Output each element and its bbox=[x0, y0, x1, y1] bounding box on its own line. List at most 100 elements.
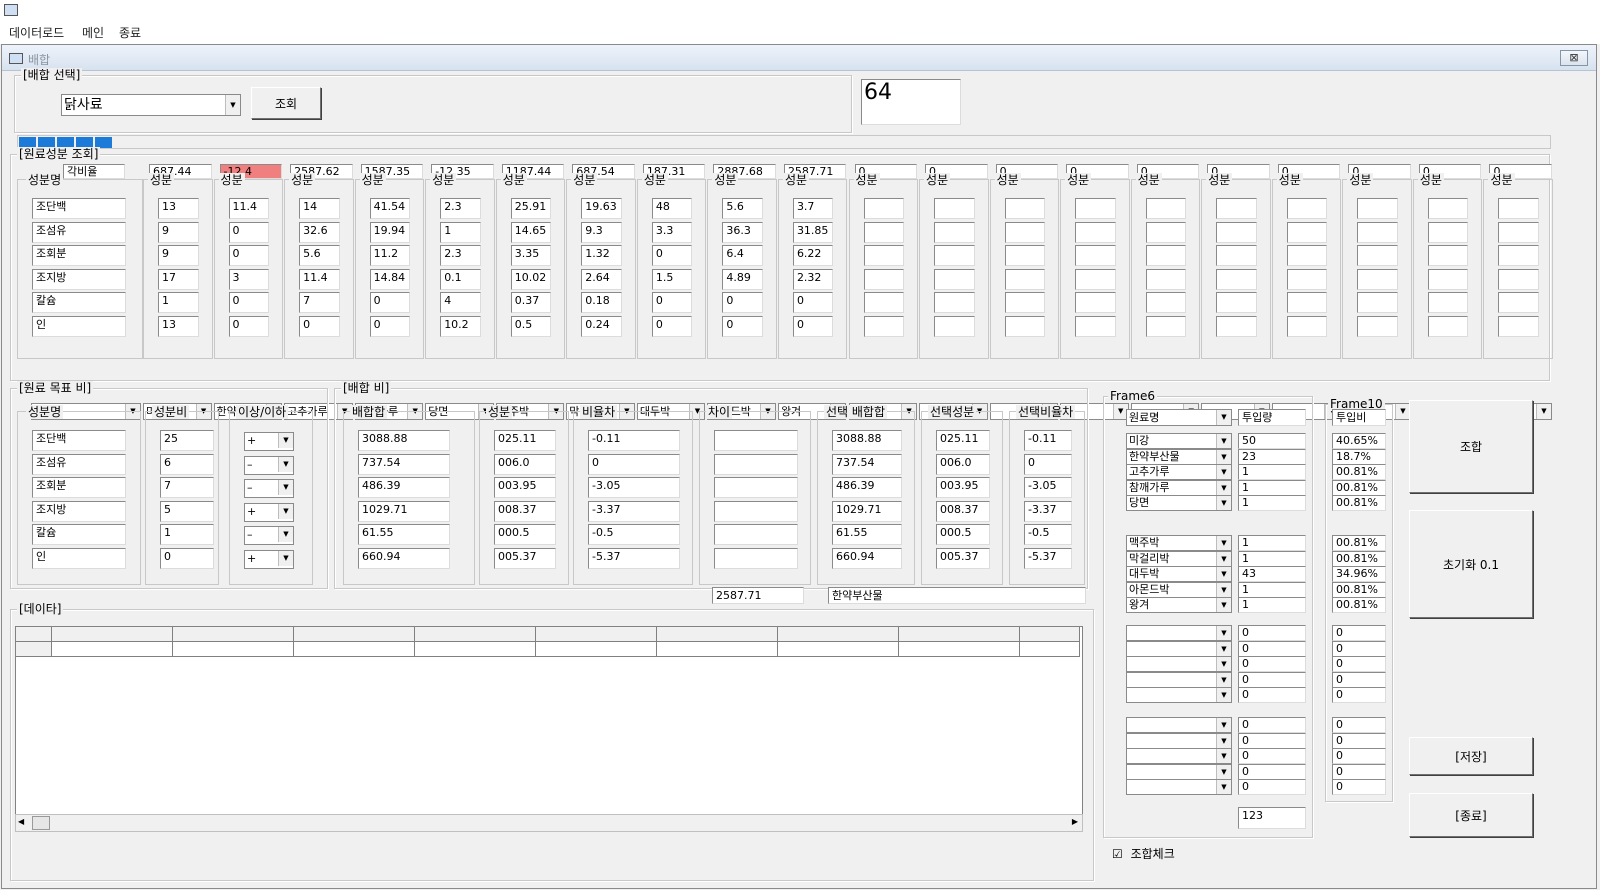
mix-value-field[interactable]: 3088.88 bbox=[832, 430, 902, 451]
frame6-qty-field[interactable]: 0 bbox=[1238, 640, 1306, 657]
mix-value-field[interactable]: 008.37 bbox=[494, 500, 556, 522]
ingredient-value-field[interactable]: 1.5 bbox=[651, 268, 693, 290]
ingredient-value-field[interactable]: 11.4 bbox=[228, 198, 270, 219]
scroll-thumb[interactable] bbox=[32, 816, 50, 830]
ingredient-value-field[interactable] bbox=[1427, 292, 1469, 313]
mix-value-field[interactable] bbox=[714, 500, 798, 522]
mix-value-field[interactable]: 486.39 bbox=[358, 477, 450, 498]
ingredient-value-field[interactable]: 0 bbox=[369, 292, 411, 313]
chevron-down-icon[interactable]: ▼ bbox=[1216, 449, 1231, 464]
target-ratio-field[interactable]: 25 bbox=[160, 430, 214, 451]
ingredient-value-field[interactable] bbox=[863, 245, 905, 266]
ingredient-value-field[interactable] bbox=[1075, 198, 1116, 219]
chevron-down-icon[interactable]: ▼ bbox=[278, 433, 293, 448]
ingredient-value-field[interactable] bbox=[1075, 245, 1116, 266]
ingredient-value-field[interactable] bbox=[1004, 198, 1046, 219]
ingredient-value-field[interactable] bbox=[1145, 268, 1187, 290]
grid-cell[interactable] bbox=[294, 642, 415, 657]
mix-value-field[interactable]: 1029.71 bbox=[358, 500, 450, 522]
mix-value-field[interactable]: 0 bbox=[1024, 453, 1072, 475]
ingredient-value-field[interactable]: 2.3 bbox=[440, 245, 481, 266]
combine-check[interactable]: ☑ 조합체크 bbox=[1112, 845, 1175, 862]
frame6-ingredient-combo[interactable]: ▼ bbox=[1126, 687, 1232, 704]
chevron-down-icon[interactable]: ▼ bbox=[1216, 410, 1231, 425]
ingredient-value-field[interactable] bbox=[863, 268, 905, 290]
ingredient-value-field[interactable] bbox=[1075, 292, 1116, 313]
mix-value-field[interactable]: 008.37 bbox=[936, 500, 990, 522]
ingredient-value-field[interactable]: 0 bbox=[651, 292, 693, 313]
ingredient-value-field[interactable] bbox=[1498, 292, 1539, 313]
chevron-down-icon[interactable]: ▼ bbox=[1216, 764, 1231, 779]
ingredient-value-field[interactable]: 0 bbox=[651, 245, 693, 266]
ingredient-value-field[interactable]: 0.24 bbox=[581, 315, 622, 337]
mix-value-field[interactable] bbox=[714, 430, 798, 451]
ingredient-value-field[interactable] bbox=[1357, 292, 1398, 313]
frame6-ingredient-combo[interactable]: 대두박 ▼ bbox=[1126, 566, 1232, 583]
mix-value-field[interactable]: 61.55 bbox=[358, 524, 450, 545]
mix-value-field[interactable]: 660.94 bbox=[832, 547, 902, 569]
grid-cell[interactable] bbox=[657, 642, 778, 657]
ingredient-value-field[interactable] bbox=[1357, 245, 1398, 266]
chevron-down-icon[interactable]: ▼ bbox=[278, 503, 293, 519]
ingredient-value-field[interactable]: 3.7 bbox=[792, 198, 834, 219]
frame6-qty-field[interactable]: 0 bbox=[1238, 779, 1306, 796]
mix-value-field[interactable]: 005.37 bbox=[494, 547, 556, 569]
ingredient-value-field[interactable]: 0.37 bbox=[510, 292, 552, 313]
ingredient-value-field[interactable] bbox=[1216, 315, 1257, 337]
frame6-qty-field[interactable]: 0 bbox=[1238, 625, 1306, 641]
ingredient-value-field[interactable] bbox=[1145, 245, 1187, 266]
ingredient-value-field[interactable]: 0 bbox=[792, 315, 834, 337]
mix-value-field[interactable]: -3.37 bbox=[588, 500, 680, 522]
menu-exit[interactable]: 종료 bbox=[119, 24, 141, 41]
ingredient-value-field[interactable]: 11.4 bbox=[299, 268, 340, 290]
ingredient-value-field[interactable] bbox=[1286, 268, 1328, 290]
ingredient-value-field[interactable]: 0 bbox=[792, 292, 834, 313]
frame6-qty-field[interactable]: 1 bbox=[1238, 581, 1306, 598]
ingredient-value-field[interactable]: 17 bbox=[158, 268, 199, 290]
ingredient-value-field[interactable] bbox=[1357, 315, 1398, 337]
data-grid[interactable] bbox=[15, 626, 1083, 832]
ingredient-value-field[interactable] bbox=[1004, 292, 1046, 313]
chevron-down-icon[interactable]: ▼ bbox=[1216, 598, 1231, 613]
mix-value-field[interactable]: 737.54 bbox=[358, 453, 450, 475]
combine-button[interactable]: 조합 bbox=[1409, 400, 1533, 493]
ingredient-value-field[interactable]: 3.35 bbox=[510, 245, 552, 266]
frame6-ingredient-combo[interactable]: ▼ bbox=[1126, 748, 1232, 765]
chevron-down-icon[interactable]: ▼ bbox=[1216, 672, 1231, 687]
save-button[interactable]: [저장] bbox=[1409, 737, 1533, 775]
grid-cell[interactable] bbox=[778, 642, 899, 657]
ingredient-value-field[interactable]: 19.63 bbox=[581, 198, 622, 219]
frame6-ingredient-combo[interactable]: ▼ bbox=[1126, 625, 1232, 641]
scroll-left-icon[interactable]: ◀ bbox=[18, 817, 24, 826]
ingredient-value-field[interactable]: 0 bbox=[722, 315, 763, 337]
frame6-ingredient-combo[interactable]: 막걸리박 ▼ bbox=[1126, 550, 1232, 567]
frame6-ingredient-combo[interactable]: ▼ bbox=[1126, 732, 1232, 749]
menu-main[interactable]: 메인 bbox=[82, 24, 104, 41]
ingredient-value-field[interactable]: 0 bbox=[228, 292, 270, 313]
grid-cell[interactable] bbox=[52, 642, 173, 657]
frame6-ingredient-combo[interactable]: 당면 ▼ bbox=[1126, 495, 1232, 512]
chevron-down-icon[interactable]: ▼ bbox=[1216, 465, 1231, 480]
ingredient-value-field[interactable]: 36.3 bbox=[722, 221, 763, 243]
target-cond-combo[interactable]: + ▼ bbox=[244, 502, 294, 522]
frame6-qty-field[interactable]: 50 bbox=[1238, 433, 1306, 449]
frame6-qty-field[interactable]: 0 bbox=[1238, 732, 1306, 749]
ingredient-value-field[interactable] bbox=[863, 292, 905, 313]
chevron-down-icon[interactable]: ▼ bbox=[1216, 567, 1231, 582]
checkbox-icon[interactable]: ☑ bbox=[1112, 847, 1123, 861]
ingredient-value-field[interactable]: 13 bbox=[158, 198, 199, 219]
chevron-down-icon[interactable]: ▼ bbox=[1216, 496, 1231, 511]
ingredient-value-field[interactable] bbox=[1498, 221, 1539, 243]
mix-value-field[interactable]: 486.39 bbox=[832, 477, 902, 498]
ingredient-value-field[interactable]: 10.2 bbox=[440, 315, 481, 337]
mix-value-field[interactable]: 61.55 bbox=[832, 524, 902, 545]
ingredient-value-field[interactable]: 0 bbox=[228, 315, 270, 337]
chevron-down-icon[interactable]: ▼ bbox=[1216, 641, 1231, 656]
frame6-qty-field[interactable]: 1 bbox=[1238, 550, 1306, 567]
ingredient-value-field[interactable]: 0.5 bbox=[510, 315, 552, 337]
ingredient-value-field[interactable] bbox=[1075, 315, 1116, 337]
ingredient-value-field[interactable]: 5.6 bbox=[299, 245, 340, 266]
frame6-ingredient-combo[interactable]: 고추가루 ▼ bbox=[1126, 464, 1232, 481]
frame6-qty-field[interactable]: 1 bbox=[1238, 479, 1306, 496]
chevron-down-icon[interactable]: ▼ bbox=[225, 95, 240, 115]
